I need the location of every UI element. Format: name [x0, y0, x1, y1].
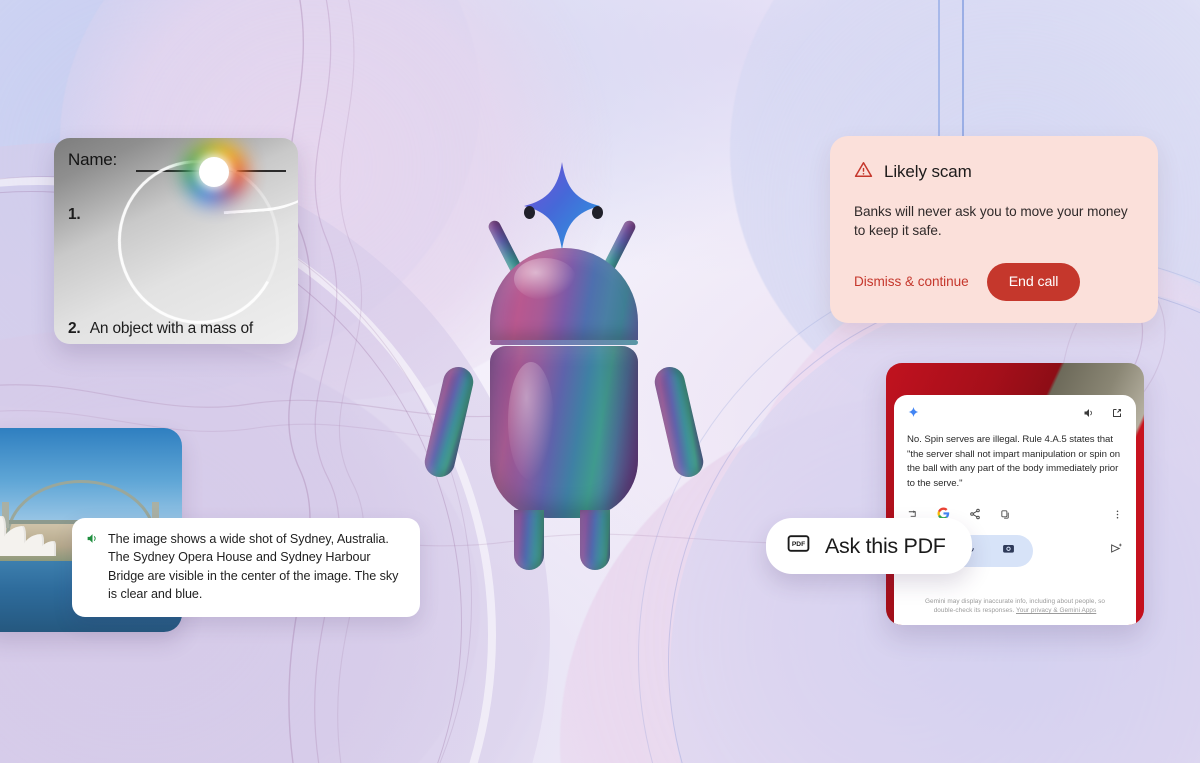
- gemini-sheet-header: [894, 395, 1136, 424]
- worksheet-question-1-number: 1.: [68, 206, 81, 223]
- scam-warning-card: Likely scam Banks will never ask you to …: [830, 136, 1158, 323]
- image-caption-card: The image shows a wide shot of Sydney, A…: [72, 518, 420, 617]
- svg-text:PDF: PDF: [792, 541, 805, 548]
- gemini-sparkle-icon: [907, 406, 920, 424]
- send-icon[interactable]: [1110, 542, 1123, 560]
- ask-this-pdf-label: Ask this PDF: [825, 533, 946, 558]
- mascot-arm-right: [651, 364, 707, 480]
- worksheet-question-1: 1. A car takes 8 seconds to accelerate f…: [68, 202, 296, 227]
- scam-actions: Dismiss & continue End call: [854, 262, 1134, 301]
- gemini-disclaimer-line-1: Gemini may display inaccurate info, incl…: [924, 597, 1105, 605]
- mascot-arm-left: [421, 364, 477, 480]
- share-icon[interactable]: [969, 507, 981, 525]
- copy-icon[interactable]: [1000, 507, 1011, 525]
- scam-header: Likely scam: [854, 160, 1134, 184]
- warning-triangle-icon: [854, 160, 873, 184]
- pdf-icon: PDF: [786, 531, 811, 561]
- gemini-disclaimer-line-2: double-check its responses.: [933, 607, 1015, 615]
- dismiss-and-continue-button[interactable]: Dismiss & continue: [854, 274, 969, 289]
- mascot-leg-left: [514, 510, 544, 570]
- gemini-privacy-link[interactable]: Your privacy & Gemini Apps: [1016, 607, 1096, 614]
- end-call-button[interactable]: End call: [986, 262, 1081, 301]
- worksheet-question-2: 2. An object with a mass of: [68, 316, 296, 341]
- scam-title: Likely scam: [884, 162, 972, 181]
- more-vert-icon[interactable]: [1112, 507, 1123, 525]
- mascot-body: [490, 346, 638, 518]
- worksheet-card: Name: 1. A car takes 8 seconds to accele…: [54, 138, 298, 344]
- caption-text: The image shows a wide shot of Sydney, A…: [108, 532, 399, 602]
- opera-house: [0, 514, 64, 556]
- mascot-neck-seam: [490, 340, 638, 345]
- ask-this-pdf-chip[interactable]: PDF Ask this PDF: [766, 518, 972, 574]
- mascot-eye-left: [524, 206, 535, 219]
- gemini-phone-card: No. Spin serves are illegal. Rule 4.A.5 …: [886, 363, 1144, 625]
- open-in-new-icon[interactable]: [1111, 406, 1123, 424]
- speaker-icon[interactable]: [1083, 406, 1095, 424]
- gemini-disclaimer: Gemini may display inaccurate info, incl…: [904, 597, 1126, 616]
- android-mascot: [412, 160, 712, 580]
- worksheet-name-label: Name:: [68, 150, 118, 169]
- camera-icon[interactable]: [1002, 542, 1015, 560]
- worksheet-question-2-number: 2.: [68, 320, 81, 337]
- canvas: Name: 1. A car takes 8 seconds to accele…: [0, 0, 1200, 763]
- gemini-sparkle-icon: [522, 160, 602, 252]
- gemini-answer-text: No. Spin serves are illegal. Rule 4.A.5 …: [907, 434, 1121, 489]
- mascot-eye-right: [592, 206, 603, 219]
- mascot-leg-right: [580, 510, 610, 570]
- scam-body-text: Banks will never ask you to move your mo…: [854, 204, 1128, 239]
- gemini-sheet: No. Spin serves are illegal. Rule 4.A.5 …: [894, 395, 1136, 625]
- circle-to-search-cursor: [199, 157, 229, 187]
- speaker-icon[interactable]: [86, 532, 99, 550]
- worksheet-question-2-text: An object with a mass of: [89, 320, 253, 337]
